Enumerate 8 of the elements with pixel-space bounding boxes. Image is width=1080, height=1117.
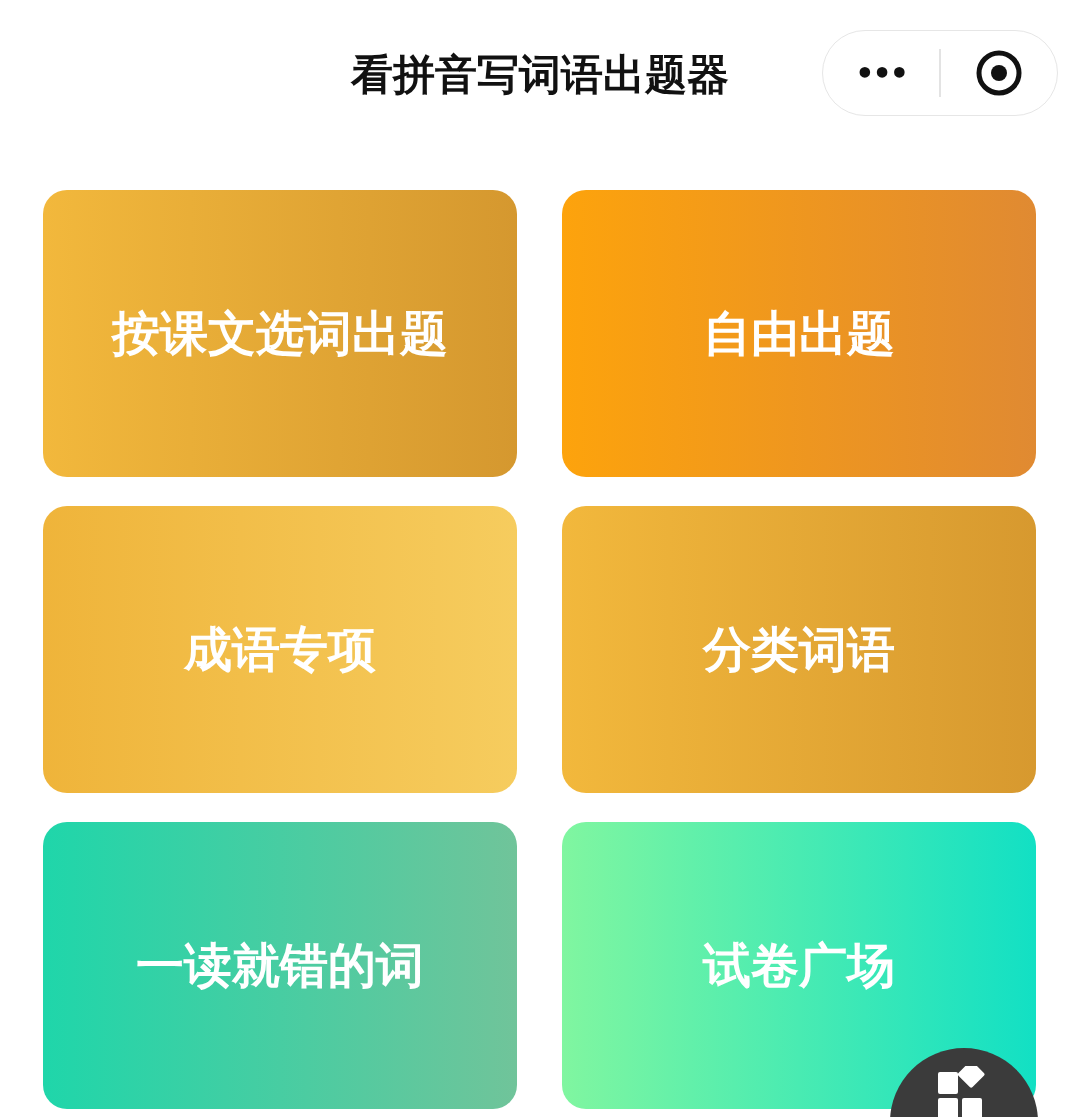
menu-card[interactable]: 一读就错的词 xyxy=(43,822,517,1109)
page-title: 看拼音写词语出题器 xyxy=(351,49,729,101)
more-button[interactable]: ••• xyxy=(823,55,940,91)
menu-card[interactable]: 成语专项 xyxy=(43,506,517,793)
menu-card[interactable]: 按课文选词出题 xyxy=(43,190,517,477)
menu-card[interactable]: 分类词语 xyxy=(562,506,1036,793)
menu-card[interactable]: 自由出题 xyxy=(562,190,1036,477)
menu-card[interactable]: 试卷广场 xyxy=(562,822,1036,1109)
